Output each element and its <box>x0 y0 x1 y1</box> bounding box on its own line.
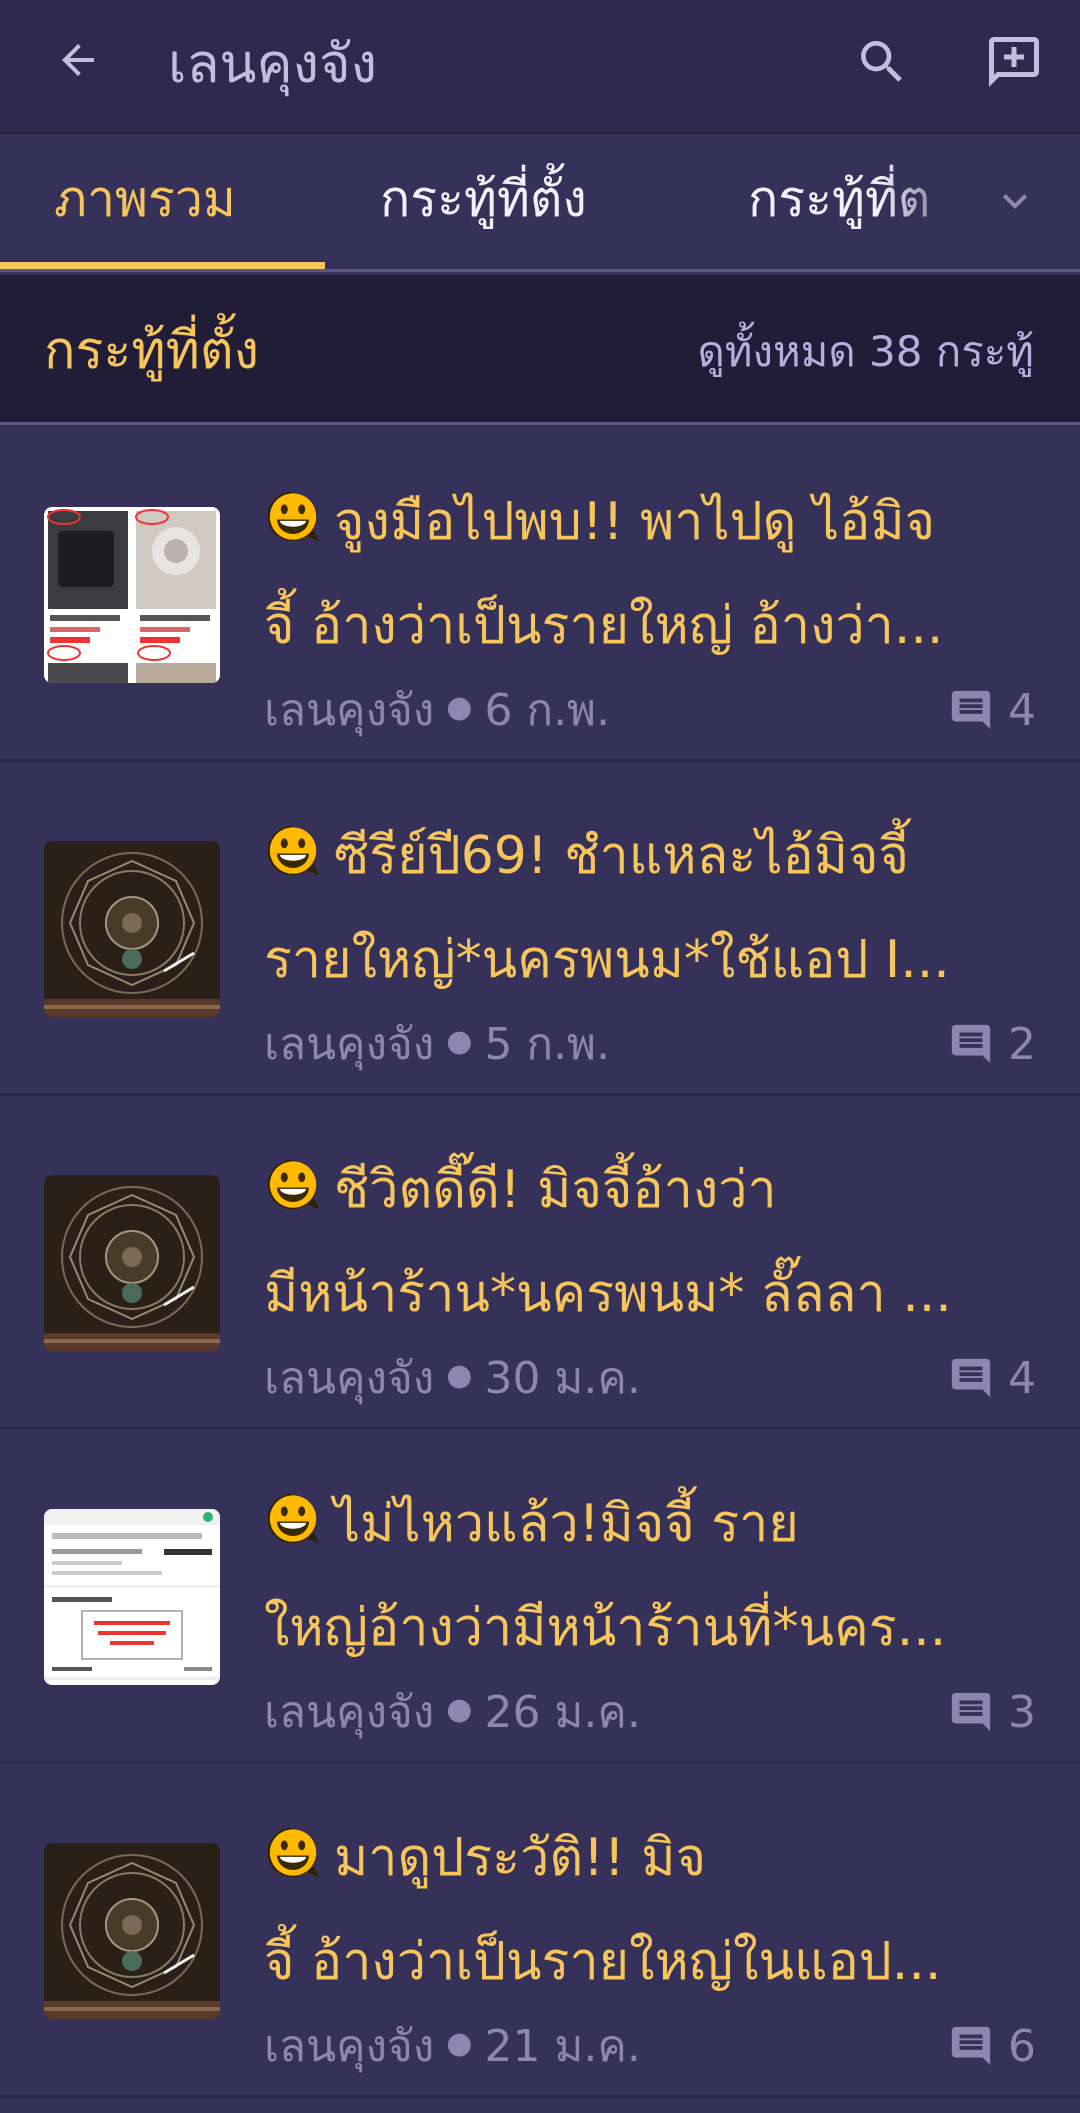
post-author[interactable]: เลนคุงจัง <box>264 1353 434 1404</box>
view-all-link[interactable]: ดูทั้งหมด 38 กระทู้ <box>698 321 1035 383</box>
post-title-text: จูงมือไปพบ!! พาไปดู ไอ้มิจ <box>334 492 936 552</box>
comment-count: 4 <box>948 1346 1036 1410</box>
comment-count-value: 4 <box>1008 684 1036 736</box>
post-thumbnail <box>44 507 220 683</box>
comment-icon <box>951 690 991 730</box>
post-date: 30 ม.ค. <box>484 1353 641 1404</box>
comment-count: 3 <box>948 1680 1036 1744</box>
post-item[interactable]: ไม่ไหวแล้ว!มิจจี้ ราย ใหญ่อ้างว่ามีหน้าร… <box>0 1430 1080 1764</box>
arrow-back-icon <box>62 44 94 76</box>
post-author[interactable]: เลนคุงจัง <box>264 1687 434 1738</box>
post-title-line: มาดูประวัติ!! มิจ <box>264 1806 1040 1910</box>
comment-icon <box>951 1024 991 1064</box>
comment-count-value: 3 <box>1008 1686 1036 1738</box>
post-title-text: ชีวิตดี๊ดี! มิจจี้อ้างว่า <box>334 1160 777 1220</box>
post-title-line-2: ใหญ่อ้างว่ามีหน้าร้านที่*นคร... <box>264 1598 947 1658</box>
tabs-more-button[interactable] <box>980 166 1050 236</box>
post-meta: เลนคุงจัง ● 30 ม.ค. <box>264 1344 641 1411</box>
add-post-icon <box>989 37 1039 87</box>
post-title-line: จูงมือไปพบ!! พาไปดู ไอ้มิจ <box>264 470 1040 574</box>
post-date: 21 ม.ค. <box>484 2021 641 2072</box>
comment-count: 4 <box>948 678 1036 742</box>
post-title-line: ชีวิตดี๊ดี! มิจจี้อ้างว่า <box>264 1138 1040 1242</box>
section-title: กระทู้ที่ตั้ง <box>44 321 260 381</box>
search-button[interactable] <box>850 30 914 94</box>
post-item[interactable]: จูงมือไปพบ!! พาไปดู ไอ้มิจ จี้ อ้างว่าเป… <box>0 428 1080 762</box>
post-date: 5 ก.พ. <box>484 1019 611 1070</box>
post-item[interactable]: มาดูประวัติ!! มิจ จี้ อ้างว่าเป็นรายใหญ่… <box>0 1764 1080 2098</box>
grinning-face-icon <box>267 1159 320 1210</box>
post-meta: เลนคุงจัง ● 6 ก.พ. <box>264 676 610 743</box>
comment-count-value: 4 <box>1008 1352 1036 1404</box>
post-author[interactable]: เลนคุงจัง <box>264 1019 434 1070</box>
grinning-face-icon <box>267 1493 320 1544</box>
post-title-line: ไม่ไหวแล้ว!มิจจี้ ราย <box>264 1472 1040 1576</box>
post-title: ซีรีย์ปี69! ชำแหละไอ้มิจจี้ รายใหญ่*นครพ… <box>264 804 1040 1012</box>
grinning-face-icon <box>267 825 320 876</box>
post-meta: เลนคุงจัง ● 21 ม.ค. <box>264 2012 641 2079</box>
app-bar: เลนคุงจัง <box>0 0 1080 134</box>
comment-icon <box>951 2026 991 2066</box>
post-thumbnail <box>44 1843 220 2019</box>
comment-count-value: 6 <box>1008 2020 1036 2072</box>
comment-count: 2 <box>948 1012 1036 1076</box>
comment-icon <box>951 1692 991 1732</box>
section-header: กระทู้ที่ตั้ง ดูทั้งหมด 38 กระทู้ <box>0 275 1080 425</box>
new-post-button[interactable] <box>980 28 1048 96</box>
meta-separator: ● <box>446 1692 473 1727</box>
grinning-face-icon <box>267 1827 320 1878</box>
active-tab-indicator <box>0 262 325 269</box>
meta-separator: ● <box>446 1024 473 1059</box>
post-date: 6 ก.พ. <box>484 685 611 736</box>
post-title: ชีวิตดี๊ดี! มิจจี้อ้างว่า มีหน้าร้าน*นคร… <box>264 1138 1040 1346</box>
tab-bar: ภาพรวม กระทู้ที่ตั้ง กระทู้ที่ต <box>0 136 1080 272</box>
back-button[interactable] <box>48 30 108 90</box>
comment-icon <box>951 1358 991 1398</box>
post-title-line: ซีรีย์ปี69! ชำแหละไอ้มิจจี้ <box>264 804 1040 908</box>
post-author[interactable]: เลนคุงจัง <box>264 685 434 736</box>
search-icon <box>861 41 902 82</box>
tab-fade-overlay <box>880 136 980 266</box>
meta-separator: ● <box>446 1358 473 1393</box>
post-title-line-2: มีหน้าร้าน*นครพนม* ลั๊ลลา ... <box>264 1264 952 1324</box>
page-title: เลนคุงจัง <box>168 32 377 95</box>
post-thumbnail <box>44 841 220 1017</box>
post-author[interactable]: เลนคุงจัง <box>264 2021 434 2072</box>
post-item[interactable]: ซีรีย์ปี69! ชำแหละไอ้มิจจี้ รายใหญ่*นครพ… <box>0 762 1080 1096</box>
post-date: 26 ม.ค. <box>484 1687 641 1738</box>
post-title-line-2: จี้ อ้างว่าเป็นรายใหญ่ อ้างว่า... <box>264 596 944 656</box>
meta-separator: ● <box>446 690 473 725</box>
post-title-line-2: รายใหญ่*นครพนม*ใช้แอป I... <box>264 930 950 990</box>
post-meta: เลนคุงจัง ● 26 ม.ค. <box>264 1678 641 1745</box>
tab-overview[interactable]: ภาพรวม <box>54 164 236 234</box>
post-title: จูงมือไปพบ!! พาไปดู ไอ้มิจ จี้ อ้างว่าเป… <box>264 470 1040 678</box>
tab-my-posts[interactable]: กระทู้ที่ตั้ง <box>380 164 587 234</box>
post-thumbnail <box>44 1509 220 1685</box>
grinning-face-icon <box>267 491 320 542</box>
post-title: ไม่ไหวแล้ว!มิจจี้ ราย ใหญ่อ้างว่ามีหน้าร… <box>264 1472 1040 1680</box>
post-title-line-2: จี้ อ้างว่าเป็นรายใหญ่ในแอป... <box>264 1932 942 1992</box>
post-title-text: ไม่ไหวแล้ว!มิจจี้ ราย <box>334 1494 799 1554</box>
meta-separator: ● <box>446 2026 473 2061</box>
chevron-down-icon <box>1003 194 1027 209</box>
comment-count: 6 <box>948 2014 1036 2078</box>
post-title-text: ซีรีย์ปี69! ชำแหละไอ้มิจจี้ <box>334 826 909 886</box>
post-title: มาดูประวัติ!! มิจ จี้ อ้างว่าเป็นรายใหญ่… <box>264 1806 1040 2014</box>
comment-count-value: 2 <box>1008 1018 1036 1070</box>
post-title-text: มาดูประวัติ!! มิจ <box>334 1828 707 1888</box>
post-thumbnail <box>44 1175 220 1351</box>
post-item[interactable]: ชีวิตดี๊ดี! มิจจี้อ้างว่า มีหน้าร้าน*นคร… <box>0 1096 1080 1430</box>
post-meta: เลนคุงจัง ● 5 ก.พ. <box>264 1010 610 1077</box>
